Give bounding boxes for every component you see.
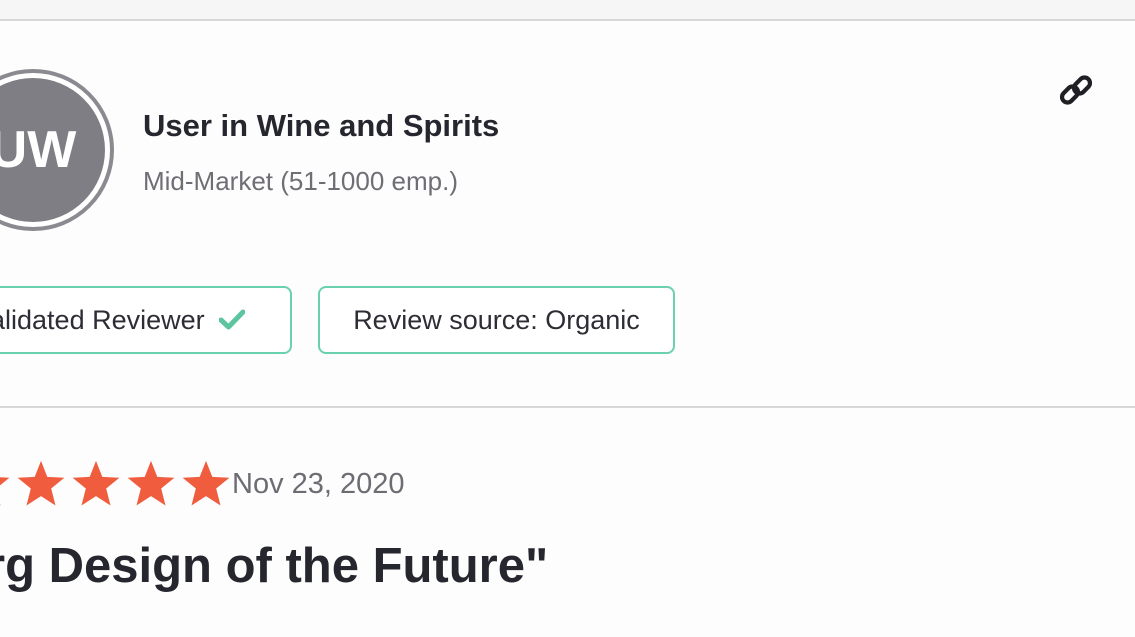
- review-source-badge: Review source: Organic: [318, 286, 675, 354]
- review-title: rg Design of the Future": [0, 539, 549, 593]
- review-content: Nov 23, 2020 rg Design of the Future": [0, 408, 1135, 637]
- reviewer-card: UW User in Wine and Spirits Mid-Market (…: [0, 21, 1135, 408]
- check-icon: [218, 309, 245, 331]
- star-icon: [182, 460, 230, 506]
- star-icon: [72, 460, 120, 506]
- validated-reviewer-badge: alidated Reviewer: [0, 286, 292, 354]
- avatar: UW: [0, 69, 114, 231]
- reviewer-segment: Mid-Market (51-1000 emp.): [143, 166, 458, 196]
- star-icon: [17, 460, 65, 506]
- validated-reviewer-label: alidated Reviewer: [0, 304, 205, 335]
- top-divider: [0, 0, 1135, 21]
- avatar-initials: UW: [0, 78, 105, 222]
- reviewer-name: User in Wine and Spirits: [143, 108, 500, 143]
- review-source-label: Review source: Organic: [353, 304, 640, 335]
- review-date: Nov 23, 2020: [232, 468, 405, 500]
- star-rating: [0, 459, 232, 509]
- star-icon: [0, 477, 10, 506]
- link-icon[interactable]: [1057, 71, 1097, 111]
- review-page: UW User in Wine and Spirits Mid-Market (…: [0, 0, 1135, 637]
- star-icon: [127, 460, 175, 506]
